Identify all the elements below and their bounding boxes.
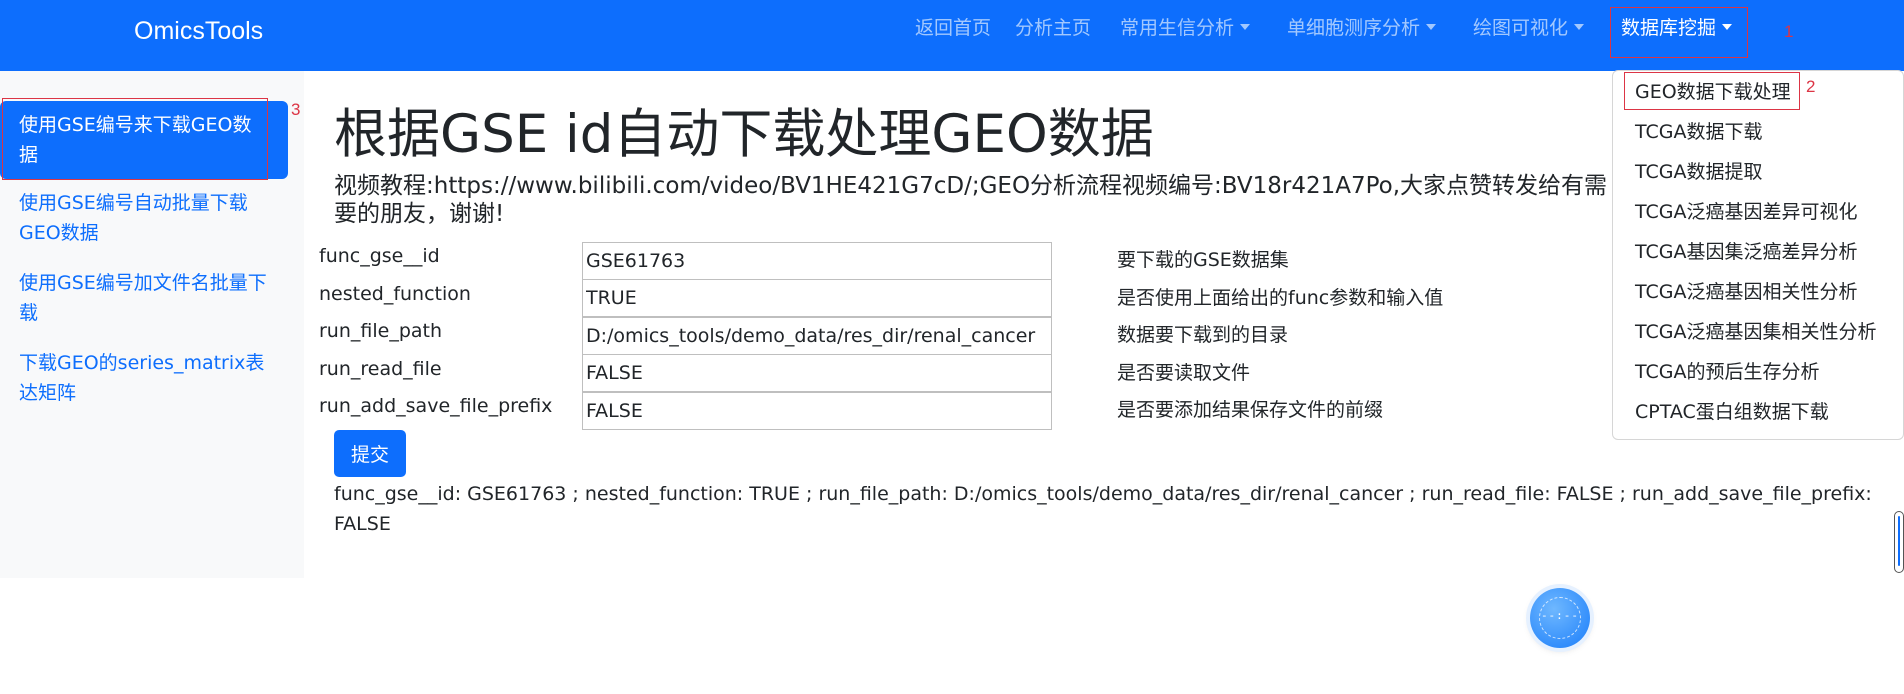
dropdown-item-tcga-pancancer-correlation[interactable]: TCGA泛癌基因相关性分析 [1635, 279, 1857, 305]
param-label-nested-function: nested_function [319, 283, 471, 305]
annotation-number-3: 3 [291, 100, 301, 119]
run-add-save-file-prefix-input[interactable] [582, 392, 1052, 430]
param-label-func-gse-id: func_gse__id [319, 245, 440, 267]
page-title: 根据GSE id自动下载处理GEO数据 [334, 104, 1154, 165]
dropdown-item-tcga-survival[interactable]: TCGA的预后生存分析 [1635, 359, 1819, 385]
dropdown-item-tcga-geneset-correlation[interactable]: TCGA泛癌基因集相关性分析 [1635, 319, 1876, 345]
param-desc-func-gse-id: 要下载的GSE数据集 [1117, 249, 1289, 271]
annotation-number-1: 1 [1784, 22, 1794, 41]
nav-home[interactable]: 返回首页 [915, 14, 991, 42]
nav-common-bioinfo-dropdown[interactable]: 常用生信分析 [1120, 14, 1250, 42]
dropdown-item-tcga-pancancer-diff-viz[interactable]: TCGA泛癌基因差异可视化 [1635, 199, 1857, 225]
sidebar-item-gse-filename-download[interactable]: 使用GSE编号加文件名批量下载 [0, 268, 288, 328]
nav-visualization-dropdown[interactable]: 绘图可视化 [1473, 14, 1584, 42]
floating-button-text: --:-- [1540, 609, 1580, 622]
param-desc-nested-function: 是否使用上面给出的func参数和输入值 [1117, 287, 1444, 309]
brand-logo[interactable]: OmicsTools [134, 17, 263, 46]
run-file-path-input[interactable] [582, 317, 1052, 355]
nav-single-cell-dropdown[interactable]: 单细胞测序分析 [1287, 14, 1436, 42]
scrollbar-handle[interactable] [1894, 511, 1904, 573]
param-desc-run-read-file: 是否要读取文件 [1117, 362, 1251, 384]
video-tutorial-text: 视频教程:https://www.bilibili.com/video/BV1H… [334, 173, 1608, 227]
run-read-file-input[interactable] [582, 354, 1052, 392]
annotation-box-3 [2, 98, 268, 180]
annotation-number-2: 2 [1806, 77, 1816, 96]
param-label-run-add-save-file-prefix: run_add_save_file_prefix [319, 395, 553, 417]
dropdown-item-tcga-download[interactable]: TCGA数据下载 [1635, 119, 1762, 145]
result-output-text: func_gse__id: GSE61763 ; nested_function… [334, 483, 1872, 535]
param-label-run-read-file: run_read_file [319, 358, 442, 380]
sidebar-item-gse-batch-download[interactable]: 使用GSE编号自动批量下载GEO数据 [0, 188, 288, 248]
dropdown-item-tcga-extract[interactable]: TCGA数据提取 [1635, 159, 1762, 185]
func-gse-id-input[interactable] [582, 242, 1052, 280]
submit-button[interactable]: 提交 [334, 430, 406, 477]
param-desc-run-add-save-file-prefix: 是否要添加结果保存文件的前缀 [1117, 399, 1384, 421]
nested-function-input[interactable] [582, 279, 1052, 317]
annotation-box-1 [1610, 7, 1748, 58]
dropdown-item-cptac-download[interactable]: CPTAC蛋白组数据下载 [1635, 399, 1829, 425]
nav-analysis-home[interactable]: 分析主页 [1015, 14, 1091, 42]
database-mining-dropdown-menu: GEO数据下载处理 TCGA数据下载 TCGA数据提取 TCGA泛癌基因差异可视… [1612, 70, 1904, 440]
floating-action-button[interactable]: --:-- [1530, 588, 1590, 648]
annotation-box-2 [1624, 72, 1800, 110]
dropdown-item-tcga-geneset-pancancer-diff[interactable]: TCGA基因集泛癌差异分析 [1635, 239, 1857, 265]
sidebar-item-series-matrix[interactable]: 下载GEO的series_matrix表达矩阵 [0, 348, 288, 408]
param-label-run-file-path: run_file_path [319, 320, 443, 342]
param-desc-run-file-path: 数据要下载到的目录 [1117, 324, 1289, 346]
